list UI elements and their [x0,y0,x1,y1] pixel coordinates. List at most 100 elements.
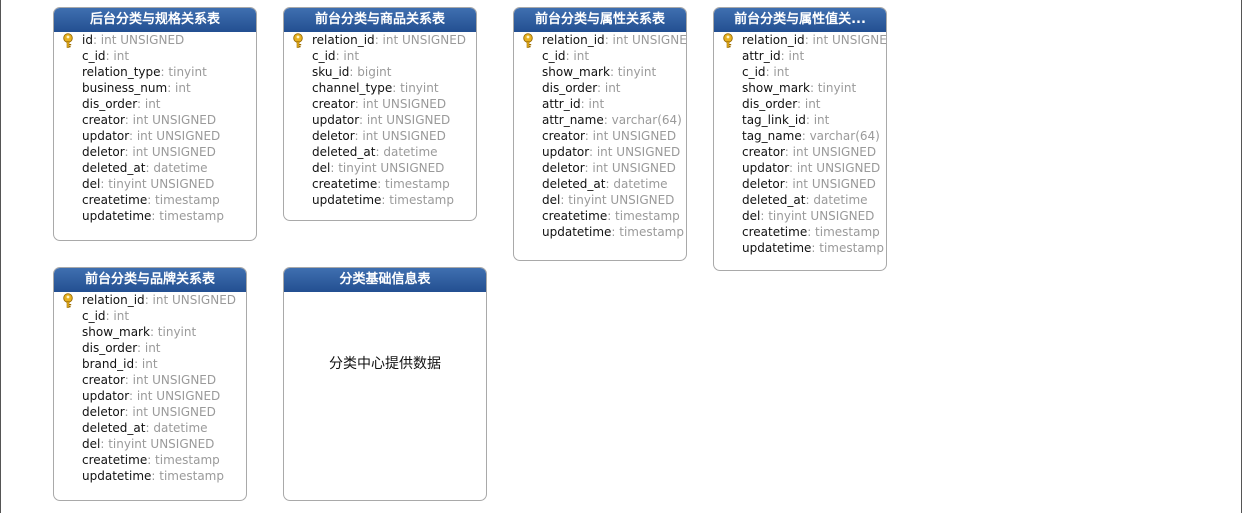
field-row[interactable]: brand_id: int [54,356,246,372]
field-row[interactable]: createtime: timestamp [54,192,256,208]
field-type: : int UNSIGNED [144,293,237,307]
field-row[interactable]: updator: int UNSIGNED [54,388,246,404]
field-type: : int UNSIGNED [354,97,447,111]
field-row[interactable]: del: tinyint UNSIGNED [514,192,686,208]
field-type: : timestamp [147,193,220,207]
field-name: creator [312,97,355,111]
field-name: show_mark [82,325,150,339]
field-row[interactable]: deleted_at: datetime [54,160,256,176]
entity-table[interactable]: 前台分类与商品关系表 relation_id: int UNSIGNED c_id:… [283,7,477,221]
field-row[interactable]: deleted_at: datetime [54,420,246,436]
field-row[interactable]: sku_id: bigint [284,64,476,80]
field-row[interactable]: show_mark: tinyint [714,80,886,96]
field-row[interactable]: c_id: int [514,48,686,64]
field-row[interactable]: dis_order: int [714,96,886,112]
field-row[interactable]: tag_name: varchar(64) [714,128,886,144]
field-type: : tinyint [160,65,207,79]
field-row[interactable]: deletor: int UNSIGNED [54,144,256,160]
field-row[interactable]: updator: int UNSIGNED [514,144,686,160]
field-row[interactable]: updatetime: timestamp [284,192,476,208]
field-row[interactable]: deleted_at: datetime [514,176,686,192]
field-list: id: int UNSIGNED c_id: int relation_type: … [54,32,256,224]
entity-table[interactable]: 前台分类与品牌关系表 relation_id: int UNSIGNED c_id:… [53,267,247,501]
field-row[interactable]: relation_id: int UNSIGNED [514,32,686,48]
field-row[interactable]: del: tinyint UNSIGNED [714,208,886,224]
field-row[interactable]: deleted_at: datetime [714,192,886,208]
entity-table[interactable]: 后台分类与规格关系表 id: int UNSIGNED c_id: int relat… [53,7,257,241]
field-type: : datetime [145,421,208,435]
field-row[interactable]: createtime: timestamp [284,176,476,192]
field-row[interactable]: dis_order: int [54,340,246,356]
field-row[interactable]: del: tinyint UNSIGNED [54,176,256,192]
field-row[interactable]: updator: int UNSIGNED [54,128,256,144]
field-row[interactable]: createtime: timestamp [514,208,686,224]
entity-table[interactable]: 前台分类与属性值关... relation_id: int UNSIGNED att… [713,7,887,271]
field-name: deletor [542,161,585,175]
field-type: : timestamp [377,177,450,191]
field-row[interactable]: c_id: int [54,308,246,324]
field-row[interactable]: updatetime: timestamp [54,208,256,224]
field-row[interactable]: show_mark: tinyint [514,64,686,80]
field-row[interactable]: creator: int UNSIGNED [284,96,476,112]
field-row[interactable]: attr_name: varchar(64) [514,112,686,128]
field-row[interactable]: c_id: int [284,48,476,64]
field-row[interactable]: del: tinyint UNSIGNED [284,160,476,176]
field-row[interactable]: relation_type: tinyint [54,64,256,80]
field-row[interactable]: dis_order: int [54,96,256,112]
field-row[interactable]: creator: int UNSIGNED [54,112,256,128]
primary-key-icon [63,33,73,48]
field-row[interactable]: deletor: int UNSIGNED [714,176,886,192]
field-row[interactable]: attr_id: int [514,96,686,112]
field-name: show_mark [542,65,610,79]
field-name: relation_id [542,33,605,47]
field-type: : int [765,65,790,79]
field-row[interactable]: updatetime: timestamp [54,468,246,484]
field-row[interactable]: creator: int UNSIGNED [54,372,246,388]
field-row[interactable]: relation_id: int UNSIGNED [54,292,246,308]
field-row[interactable]: createtime: timestamp [714,224,886,240]
field-row[interactable]: updatetime: timestamp [714,240,886,256]
field-row[interactable]: updatetime: timestamp [514,224,686,240]
field-name: c_id [312,49,336,63]
field-type: : int [137,341,161,355]
field-row[interactable]: del: tinyint UNSIGNED [54,436,246,452]
field-row[interactable]: relation_id: int UNSIGNED [284,32,476,48]
field-type: : int UNSIGNED [124,145,216,159]
field-name: del [542,193,561,207]
field-row[interactable]: createtime: timestamp [54,452,246,468]
field-row[interactable]: attr_id: int [714,48,886,64]
field-row[interactable]: deletor: int UNSIGNED [514,160,686,176]
field-row[interactable]: deletor: int UNSIGNED [284,128,476,144]
field-row[interactable]: business_num: int [54,80,256,96]
field-row[interactable]: updator: int UNSIGNED [714,160,886,176]
field-row[interactable]: show_mark: tinyint [54,324,246,340]
field-row[interactable]: relation_id: int UNSIGNED [714,32,886,48]
entity-title: 后台分类与规格关系表 [54,8,256,32]
field-name: del [742,209,761,223]
field-row[interactable]: tag_link_id: int [714,112,886,128]
entity-table[interactable]: 分类基础信息表 分类中心提供数据 [283,267,487,501]
field-name: updator [82,389,129,403]
field-name: show_mark [742,81,810,95]
field-type: : varchar(64) [801,129,880,143]
field-row[interactable]: deletor: int UNSIGNED [54,404,246,420]
field-row[interactable]: c_id: int [54,48,256,64]
field-row[interactable]: dis_order: int [514,80,686,96]
field-type: : tinyint UNSIGNED [100,177,215,191]
field-type: : int UNSIGNED [784,145,877,159]
field-type: : int [580,97,605,111]
field-name: dis_order [82,97,137,111]
field-row[interactable]: creator: int UNSIGNED [714,144,886,160]
field-row[interactable]: deleted_at: datetime [284,144,476,160]
field-type: : timestamp [807,225,880,239]
field-type: : timestamp [611,225,684,239]
field-row[interactable]: creator: int UNSIGNED [514,128,686,144]
field-name: del [82,437,101,451]
field-row[interactable]: id: int UNSIGNED [54,32,256,48]
field-name: c_id [82,49,106,63]
entity-table[interactable]: 前台分类与属性关系表 relation_id: int UNSIGNED c_id:… [513,7,687,261]
field-row[interactable]: c_id: int [714,64,886,80]
field-row[interactable]: updator: int UNSIGNED [284,112,476,128]
field-row[interactable]: channel_type: tinyint [284,80,476,96]
field-type: : int UNSIGNED [358,113,451,127]
